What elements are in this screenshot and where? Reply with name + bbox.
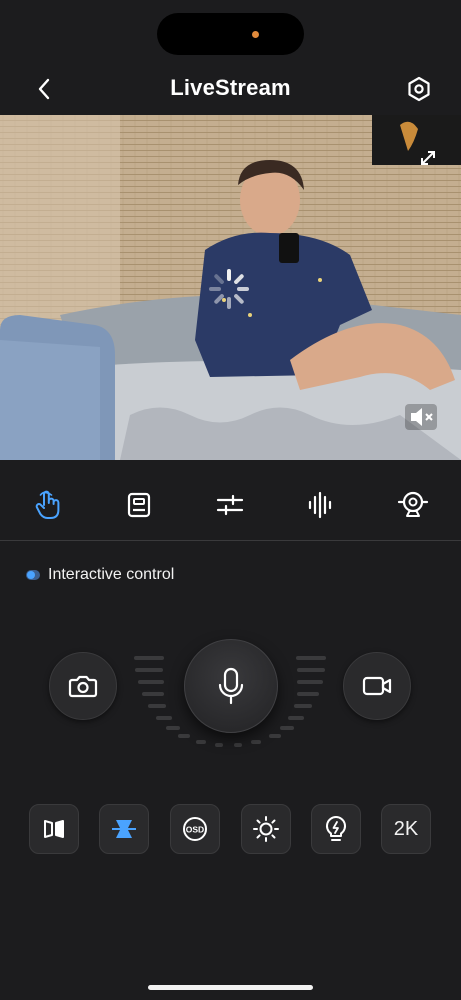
light-button[interactable] bbox=[311, 804, 361, 854]
home-indicator[interactable] bbox=[148, 985, 313, 990]
resolution-button[interactable]: 2K bbox=[381, 804, 431, 854]
flip-button[interactable] bbox=[29, 804, 79, 854]
osd-icon: OSD bbox=[183, 817, 207, 841]
svg-text:OSD: OSD bbox=[186, 825, 204, 835]
sun-icon bbox=[253, 816, 279, 842]
camera-icon bbox=[68, 675, 98, 698]
resolution-label: 2K bbox=[393, 817, 419, 840]
snapshot-button[interactable] bbox=[49, 652, 117, 720]
video-camera-icon bbox=[362, 676, 392, 696]
microphone-icon bbox=[218, 667, 244, 705]
lightbulb-icon bbox=[325, 815, 347, 841]
hourglass-icon bbox=[112, 820, 136, 838]
osd-button[interactable]: OSD bbox=[170, 804, 220, 854]
night-mode-button[interactable] bbox=[99, 804, 149, 854]
brightness-button[interactable] bbox=[241, 804, 291, 854]
mirror-flip-icon bbox=[44, 820, 64, 838]
talk-button[interactable] bbox=[184, 639, 278, 733]
record-button[interactable] bbox=[343, 652, 411, 720]
